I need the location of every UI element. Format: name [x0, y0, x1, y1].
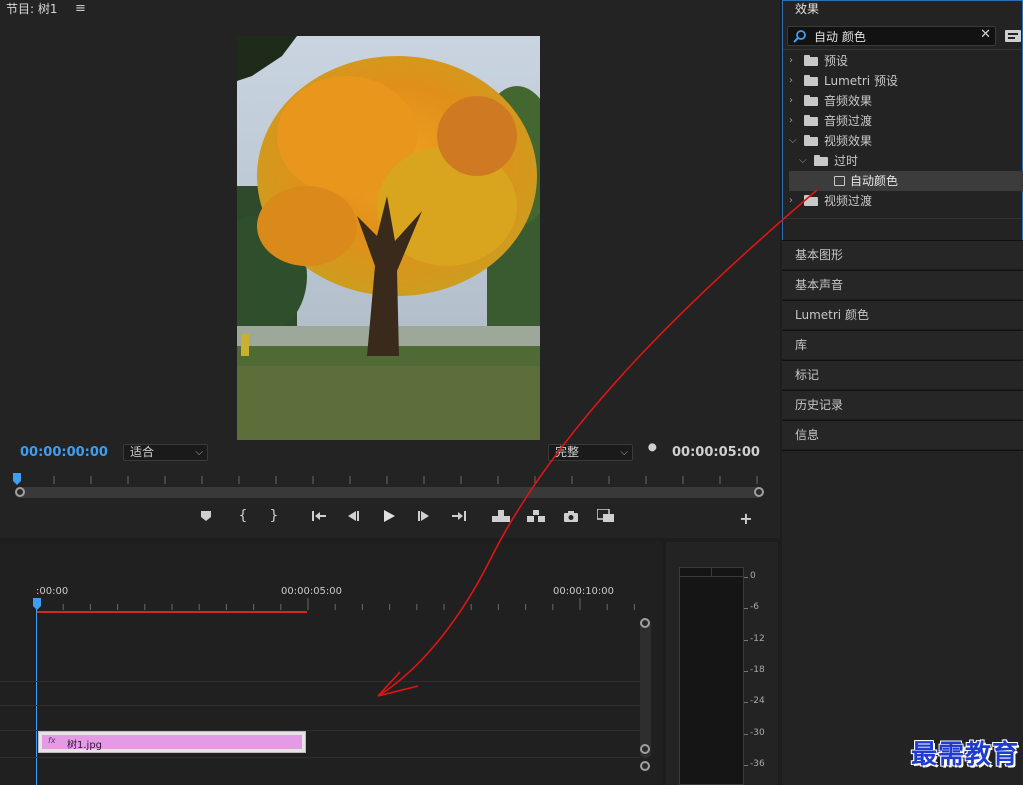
- annotation-arrow: [377, 189, 818, 697]
- watermark-logo: 最需教育: [910, 740, 1019, 770]
